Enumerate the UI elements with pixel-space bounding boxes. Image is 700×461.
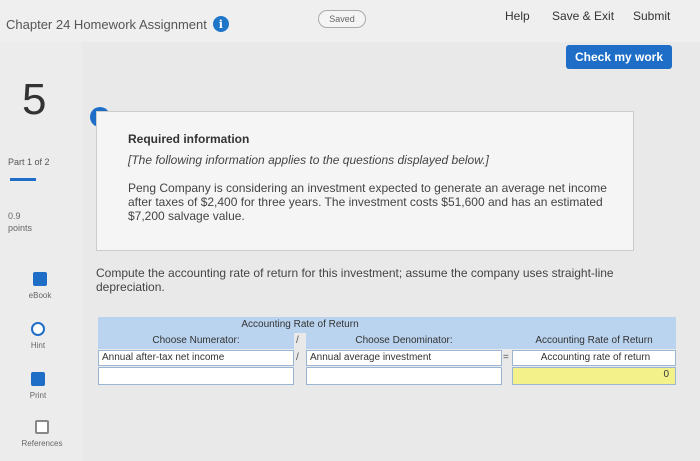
references-icon bbox=[35, 420, 49, 434]
info-icon[interactable]: i bbox=[212, 16, 229, 32]
save-exit-link[interactable]: Save & Exit bbox=[552, 9, 614, 23]
numerator-input[interactable] bbox=[98, 367, 294, 385]
top-bar: Chapter 24 Homework Assignment i Saved H… bbox=[0, 0, 700, 42]
equals-header-spacer bbox=[502, 317, 512, 349]
points-value: 0.9 bbox=[8, 211, 21, 221]
references-label: References bbox=[21, 439, 63, 448]
check-my-work-button[interactable]: Check my work bbox=[566, 45, 672, 69]
submit-link[interactable]: Submit bbox=[633, 9, 670, 23]
hint-label: Hint bbox=[30, 341, 46, 350]
result-value: 0 bbox=[512, 367, 676, 385]
row-divide-symbol: / bbox=[296, 352, 299, 363]
points-info: 0.9 points bbox=[8, 210, 32, 234]
assignment-title-text: Chapter 24 Homework Assignment bbox=[6, 16, 207, 32]
equals-symbol: = bbox=[503, 352, 509, 363]
references-tool[interactable]: References bbox=[12, 420, 72, 448]
points-label: points bbox=[8, 223, 33, 233]
saved-status: Saved bbox=[318, 10, 366, 28]
required-info-body: Peng Company is considering an investmen… bbox=[128, 181, 607, 223]
ebook-icon bbox=[33, 272, 47, 286]
print-icon bbox=[31, 372, 45, 386]
hint-tool[interactable]: Hint bbox=[8, 322, 68, 350]
denominator-select[interactable]: Annual average investment bbox=[306, 350, 502, 366]
part-indicator: Part 1 of 2 bbox=[8, 157, 50, 167]
assignment-title: Chapter 24 Homework Assignment i bbox=[6, 16, 229, 32]
result-header: Accounting Rate of Return bbox=[512, 333, 676, 349]
denominator-input[interactable] bbox=[306, 367, 502, 385]
question-text: Compute the accounting rate of return fo… bbox=[96, 266, 614, 294]
print-tool[interactable]: Print bbox=[8, 372, 68, 400]
arr-table: Accounting Rate of Return Choose Numerat… bbox=[98, 317, 676, 395]
result-header-top bbox=[512, 317, 676, 333]
denominator-header: Choose Denominator: bbox=[306, 333, 502, 349]
table-main-header: Accounting Rate of Return bbox=[98, 317, 502, 333]
print-label: Print bbox=[29, 391, 47, 400]
result-label: Accounting rate of return bbox=[512, 350, 676, 366]
help-link[interactable]: Help bbox=[505, 9, 530, 23]
hint-icon bbox=[31, 322, 45, 336]
required-info-note: [The following information applies to th… bbox=[128, 153, 489, 167]
ebook-tool[interactable]: eBook bbox=[10, 272, 70, 300]
required-info-title: Required information bbox=[128, 132, 250, 146]
numerator-select[interactable]: Annual after-tax net income bbox=[98, 350, 294, 366]
question-number: 5 bbox=[22, 75, 47, 124]
header-divide-symbol: / bbox=[296, 335, 299, 346]
numerator-header: Choose Numerator: bbox=[98, 333, 294, 349]
ebook-label: eBook bbox=[28, 291, 52, 300]
part-progress-bar bbox=[10, 178, 36, 181]
